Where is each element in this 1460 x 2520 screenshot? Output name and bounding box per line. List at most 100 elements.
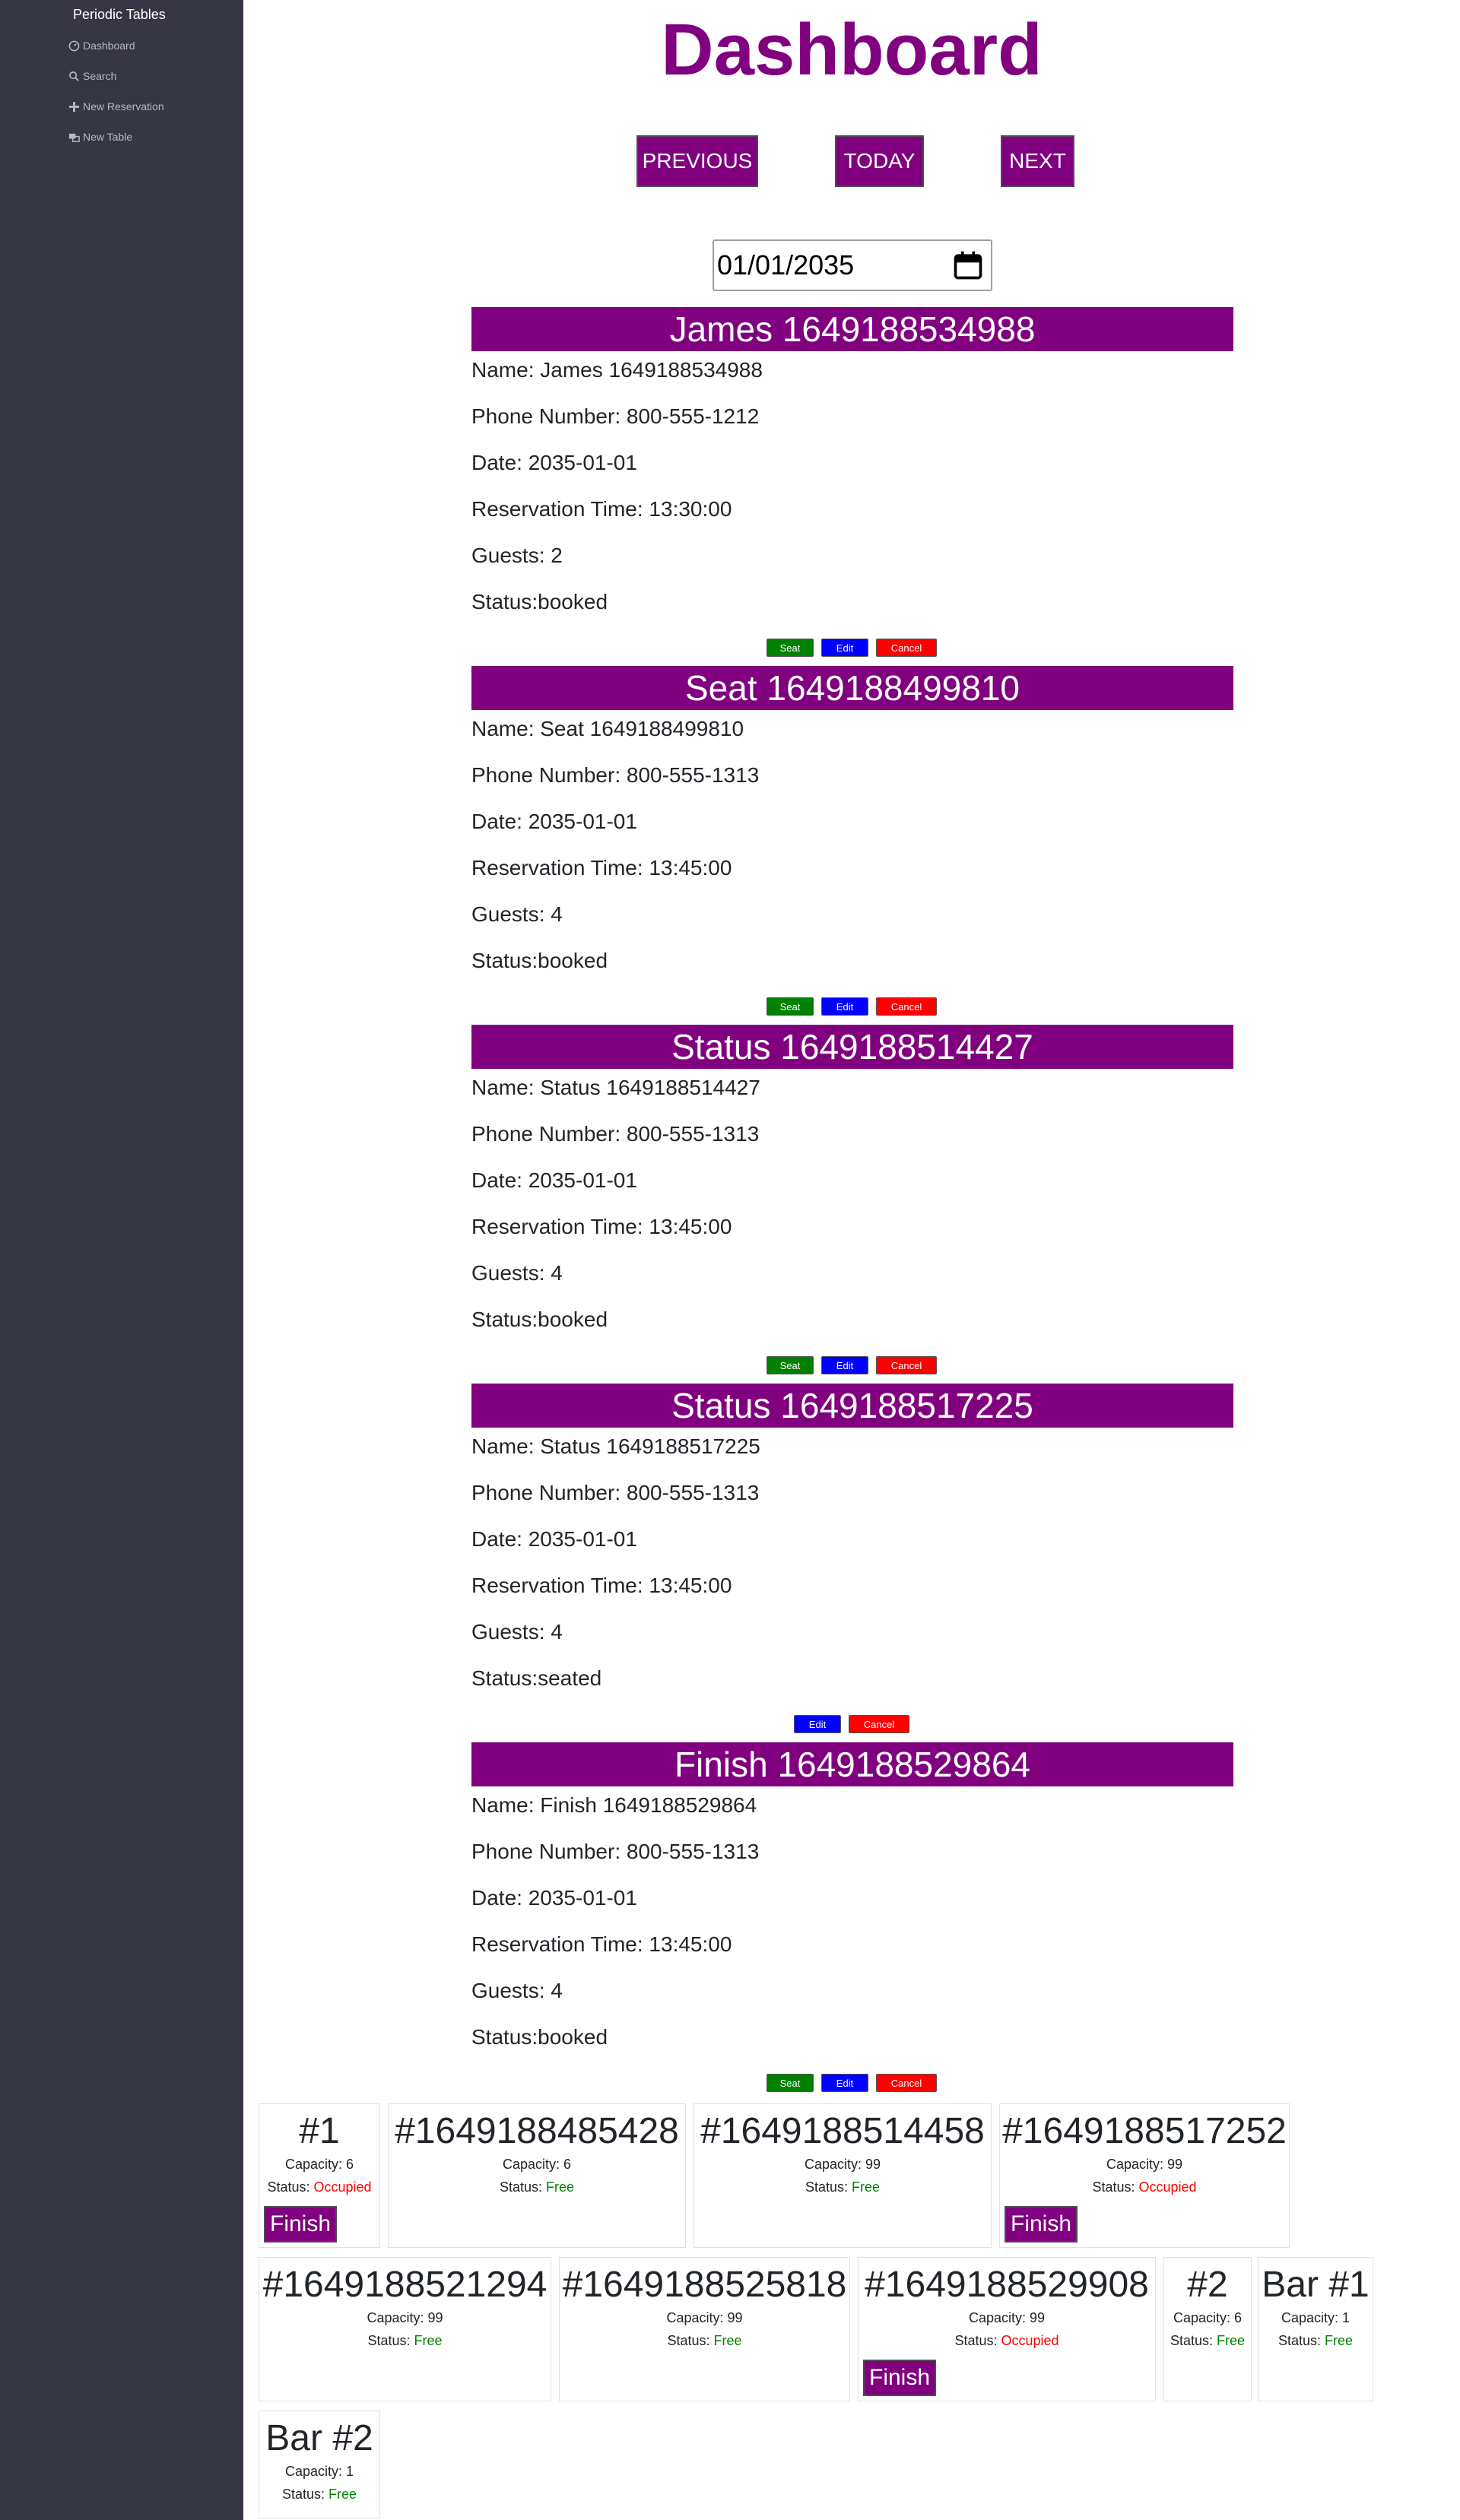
reservation-header: James 1649188534988: [471, 307, 1233, 351]
seat-button[interactable]: Seat: [766, 639, 814, 657]
table-card: #1649188525818 Capacity: 99 Status: Free: [559, 2257, 850, 2401]
calendar-icon[interactable]: [951, 249, 985, 282]
table-capacity: Capacity: 99: [666, 2310, 743, 2325]
table-status-label: Status:: [954, 2333, 1001, 2348]
reservation-name: Name: Finish 1649188529864: [471, 1793, 757, 1817]
table-capacity: Capacity: 1: [284, 2464, 354, 2479]
table-capacity: Capacity: 1: [1281, 2310, 1350, 2325]
sidebar-item-label: Search: [83, 70, 117, 82]
sidebar-item-search[interactable]: Search: [68, 66, 116, 86]
table-status-line: Status: Free: [560, 2329, 849, 2352]
finish-button[interactable]: Finish: [1005, 2206, 1078, 2243]
reservation-actions: Seat Edit Cancel: [243, 997, 1460, 1016]
reservation-name: Name: James 1649188534988: [471, 358, 763, 382]
table-status-line: Status: Occupied: [859, 2329, 1155, 2352]
reservation-time: Reservation Time: 13:45:00: [471, 1574, 732, 1597]
table-card: #1 Capacity: 6 Status: Occupied Finish: [259, 2103, 380, 2248]
table-name: Bar #1: [1262, 2265, 1370, 2305]
table-status-label: Status:: [1092, 2179, 1139, 2195]
table-capacity: Capacity: 6: [502, 2157, 572, 2172]
table-status-label: Status:: [281, 2487, 328, 2502]
today-button[interactable]: TODAY: [835, 135, 924, 187]
reservation-guests: Guests: 4: [471, 1620, 563, 1644]
reservation-status: Status:booked: [471, 2025, 608, 2049]
table-name: #1649188517252: [1002, 2111, 1287, 2151]
table-status-label: Status:: [1278, 2333, 1325, 2348]
cancel-button[interactable]: Cancel: [849, 1715, 909, 1733]
plus-icon: [68, 101, 80, 112]
edit-button[interactable]: Edit: [794, 1715, 841, 1733]
table-status-line: Status: Free: [1164, 2329, 1251, 2352]
sidebar-item-new-table[interactable]: New Table: [68, 127, 132, 147]
reservation-guests: Guests: 4: [471, 902, 563, 926]
cancel-button[interactable]: Cancel: [876, 1356, 937, 1374]
reservation-status: Status:seated: [471, 1666, 602, 1690]
sidebar: Periodic Tables Dashboard Search New Res…: [0, 0, 243, 2520]
table-status-line: Status: Free: [389, 2176, 685, 2198]
table-name: #2: [1187, 2265, 1228, 2305]
main-content: Dashboard PREVIOUS TODAY NEXT 01/01/2035…: [243, 0, 1460, 2520]
reservation-name: Name: Status 1649188517225: [471, 1434, 760, 1458]
table-status-line: Status: Free: [694, 2176, 991, 2198]
table-capacity: Capacity: 99: [804, 2157, 881, 2172]
reservation-time: Reservation Time: 13:45:00: [471, 856, 732, 880]
dashboard-icon: [68, 40, 80, 51]
table-card: #1649188517252 Capacity: 99 Status: Occu…: [999, 2103, 1290, 2248]
table-name: #1649188514458: [700, 2111, 985, 2151]
finish-button[interactable]: Finish: [264, 2206, 338, 2243]
table-capacity: Capacity: 99: [968, 2310, 1046, 2325]
search-icon: [69, 71, 79, 81]
table-status-label: Status:: [1170, 2333, 1217, 2348]
table-status-label: Status:: [367, 2333, 414, 2348]
date-input[interactable]: 01/01/2035: [713, 239, 992, 291]
cancel-button[interactable]: Cancel: [876, 2074, 937, 2092]
sidebar-item-new-reservation[interactable]: New Reservation: [68, 97, 164, 116]
cancel-button[interactable]: Cancel: [876, 997, 937, 1016]
sidebar-item-dashboard[interactable]: Dashboard: [68, 36, 135, 55]
reservation-header: Status 1649188514427: [471, 1025, 1233, 1069]
table-capacity: Capacity: 99: [1106, 2157, 1183, 2172]
cancel-button[interactable]: Cancel: [876, 639, 937, 657]
table-status-label: Status:: [499, 2179, 546, 2195]
table-card: Bar #1 Capacity: 1 Status: Free: [1258, 2257, 1373, 2401]
reservation-time: Reservation Time: 13:30:00: [471, 497, 732, 521]
reservation-actions: Seat Edit Cancel: [243, 639, 1460, 657]
table-capacity: Capacity: 6: [284, 2157, 354, 2172]
table-status-label: Status:: [267, 2179, 314, 2195]
reservation-actions: Seat Edit Cancel: [243, 1356, 1460, 1374]
edit-button[interactable]: Edit: [821, 1356, 868, 1374]
reservation-date: Date: 2035-01-01: [471, 810, 637, 833]
app-brand[interactable]: Periodic Tables: [73, 7, 166, 23]
edit-button[interactable]: Edit: [821, 2074, 868, 2092]
edit-button[interactable]: Edit: [821, 997, 868, 1016]
table-status: Free: [328, 2487, 357, 2502]
table-card: #1649188514458 Capacity: 99 Status: Free: [694, 2103, 992, 2248]
edit-button[interactable]: Edit: [821, 639, 868, 657]
table-status: Free: [713, 2333, 742, 2348]
reservation-phone: Phone Number: 800-555-1313: [471, 763, 760, 787]
reservation-header: Finish 1649188529864: [471, 1742, 1233, 1786]
reservation-status: Status:booked: [471, 949, 608, 972]
reservation-phone: Phone Number: 800-555-1313: [471, 1122, 760, 1146]
reservation-phone: Phone Number: 800-555-1212: [471, 404, 760, 428]
finish-button[interactable]: Finish: [863, 2360, 937, 2396]
table-status-line: Status: Free: [1258, 2329, 1373, 2352]
seat-button[interactable]: Seat: [766, 997, 814, 1016]
reservation-header: Seat 1649188499810: [471, 666, 1233, 710]
reservation-name: Name: Status 1649188514427: [471, 1076, 760, 1099]
reservation-date: Date: 2035-01-01: [471, 1168, 637, 1192]
table-status: Free: [414, 2333, 443, 2348]
table-status-line: Status: Free: [259, 2483, 379, 2506]
reservation-date: Date: 2035-01-01: [471, 451, 637, 474]
previous-button[interactable]: PREVIOUS: [636, 135, 758, 187]
next-button[interactable]: NEXT: [1001, 135, 1074, 187]
table-name: #1649188529908: [865, 2265, 1149, 2305]
seat-button[interactable]: Seat: [766, 2074, 814, 2092]
table-card: #2 Capacity: 6 Status: Free: [1163, 2257, 1252, 2401]
reservation-guests: Guests: 2: [471, 544, 563, 567]
seat-button[interactable]: Seat: [766, 1356, 814, 1374]
reservation-time: Reservation Time: 13:45:00: [471, 1215, 732, 1238]
table-status: Free: [1217, 2333, 1246, 2348]
reservation-status: Status:booked: [471, 590, 608, 613]
sidebar-item-label: Dashboard: [83, 40, 135, 52]
